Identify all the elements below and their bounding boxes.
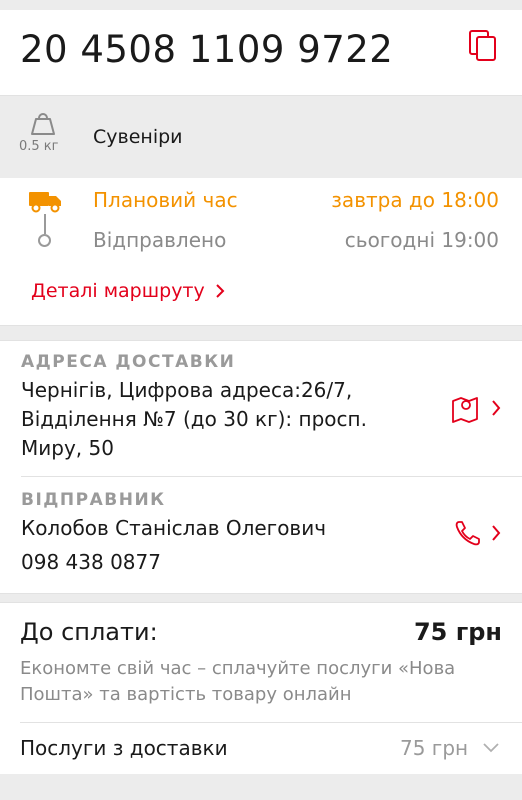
cargo-row xyxy=(0,96,522,178)
delivery-services-value: 75 грн xyxy=(400,736,469,760)
weight-icon xyxy=(31,113,55,135)
sender-title: ВІДПРАВНИК xyxy=(21,490,166,510)
map-pin-icon[interactable] xyxy=(451,393,503,423)
tracking-number: 20 4508 1109 9722 xyxy=(20,28,394,71)
timeline-line xyxy=(44,214,46,234)
payment-label: До сплати: xyxy=(20,618,158,646)
route-details-link[interactable]: Деталі маршруту xyxy=(31,280,225,302)
divider xyxy=(20,722,522,723)
delivery-address-title: АДРЕСА ДОСТАВКИ xyxy=(21,352,236,372)
delivery-services-label: Послуги з доставки xyxy=(20,736,228,760)
divider xyxy=(21,476,522,477)
route-details-label: Деталі маршруту xyxy=(31,280,205,302)
chevron-down-icon xyxy=(483,743,499,753)
planned-time-label: Плановий час xyxy=(93,188,238,212)
sent-value: сьогодні 19:00 xyxy=(344,228,499,252)
phone-icon[interactable] xyxy=(453,518,503,548)
sent-label: Відправлено xyxy=(93,228,227,252)
cargo-description: Сувеніри xyxy=(93,126,183,148)
sender-phone: 098 438 0877 xyxy=(21,550,161,574)
payment-note: Економте свій час – сплачуйте послуги «Н… xyxy=(20,658,456,705)
payment-amount: 75 грн xyxy=(413,618,502,646)
chevron-right-icon xyxy=(216,284,225,298)
delivery-address-text: Чернігів, Цифрова адреса:26/7, Відділенн… xyxy=(21,378,367,460)
truck-icon xyxy=(29,192,61,213)
sender-name: Колобов Станіслав Олегович xyxy=(21,516,327,540)
planned-time-value: завтра до 18:00 xyxy=(331,188,499,212)
timeline-dot xyxy=(38,234,51,247)
cargo-weight: 0.5 кг xyxy=(19,139,59,154)
copy-icon[interactable] xyxy=(466,28,500,62)
